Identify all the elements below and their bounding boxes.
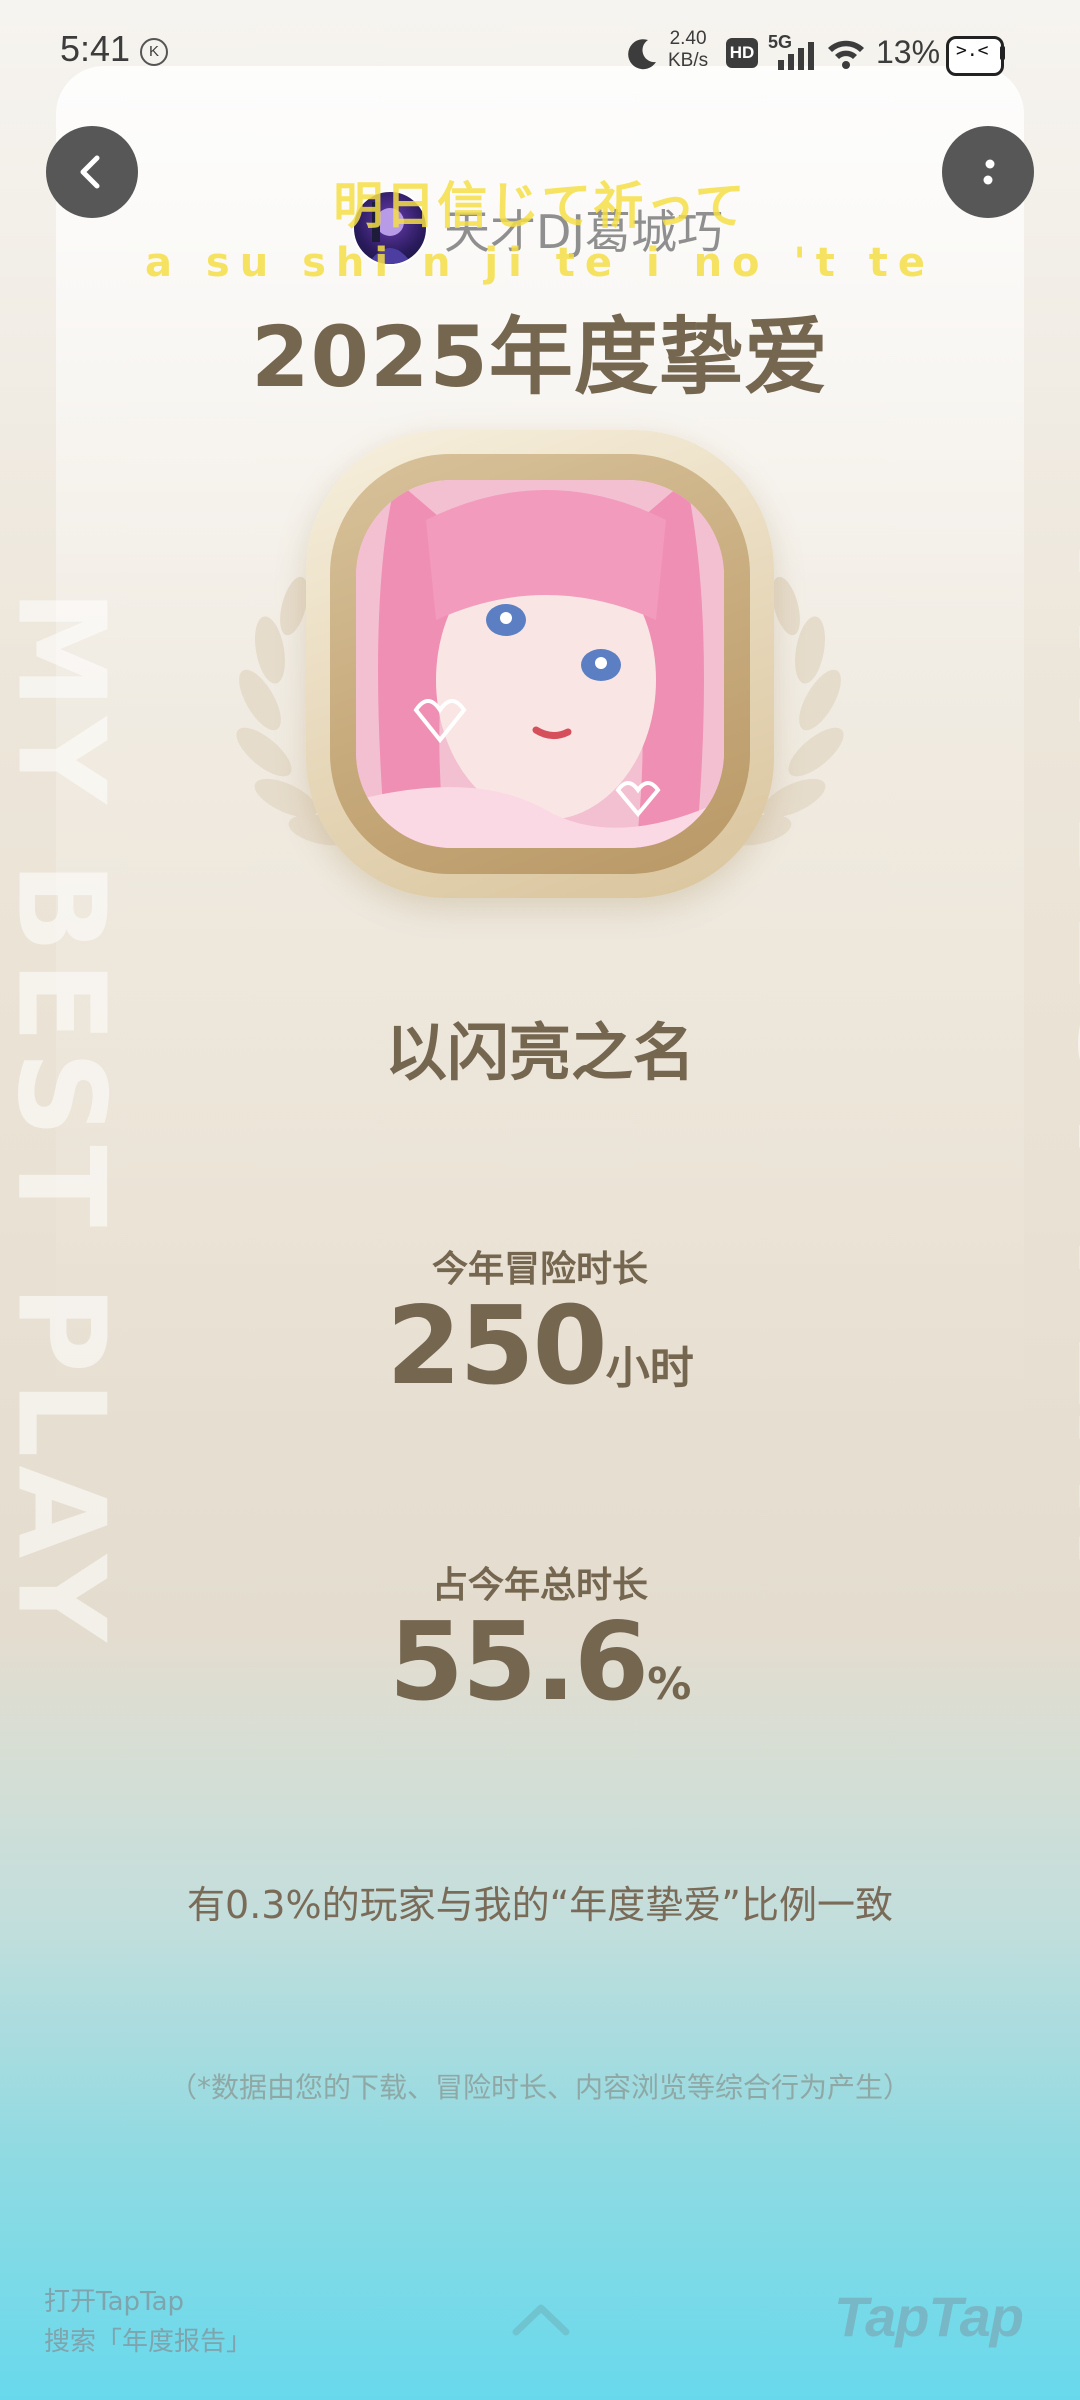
- playtime-value: 250小时: [0, 1284, 1080, 1409]
- comparison-text: 有0.3%的玩家与我的“年度挚爱”比例一致: [187, 1883, 893, 1927]
- decorative-watermark-left: MY BEST PLAY: [0, 589, 130, 1650]
- clock: 5:41: [60, 28, 131, 69]
- report-card: [56, 66, 1024, 2366]
- network-speed-unit: KB/s: [668, 50, 709, 71]
- search-hint: 打开TapTap 搜索「年度报告」: [44, 2282, 252, 2362]
- wifi-icon: [828, 40, 864, 69]
- chevron-up-icon[interactable]: [510, 2298, 572, 2338]
- battery-cap: [1000, 46, 1005, 60]
- lyric-overlay-line-1: 明日信じて祈って: [333, 177, 747, 235]
- share-unit: %: [647, 1659, 692, 1710]
- game-character-art: [356, 480, 724, 848]
- open-app-hint: 打开TapTap: [44, 2287, 185, 2317]
- search-keyword-hint: 搜索「年度报告」: [44, 2327, 253, 2357]
- share-number: 55.6: [388, 1600, 649, 1725]
- signal-icon: [778, 42, 814, 70]
- annual-report-screen: MY BEST PLAY MY BEST PLAY 5:41 K 2.40 KB…: [0, 0, 1080, 2400]
- battery-face-icon: >.<: [956, 40, 989, 61]
- report-title: 2025年度挚爱: [251, 308, 829, 406]
- k-badge-icon: K: [140, 38, 168, 66]
- battery-percent: 13%: [876, 34, 941, 70]
- share-value: 55.6%: [0, 1600, 1080, 1725]
- status-bar: 5:41 K 2.40 KB/s HD 5G 13% >.<: [0, 0, 1080, 106]
- data-source-footnote: （*数据由您的下载、冒险时长、内容浏览等综合行为产生）: [168, 2071, 911, 2104]
- network-speed: 2.40 KB/s: [668, 28, 708, 72]
- moon-icon: [628, 39, 656, 70]
- game-name: 以闪亮之名: [384, 1016, 695, 1089]
- network-speed-value: 2.40: [669, 28, 707, 49]
- taptap-logo: TapTap: [834, 2285, 1024, 2348]
- playtime-number: 250: [386, 1284, 607, 1409]
- game-icon[interactable]: [356, 480, 724, 848]
- lyric-overlay-line-2: a su shi n ji te i no 't te: [144, 240, 936, 286]
- playtime-unit: 小时: [605, 1343, 694, 1394]
- hd-icon: HD: [726, 38, 758, 68]
